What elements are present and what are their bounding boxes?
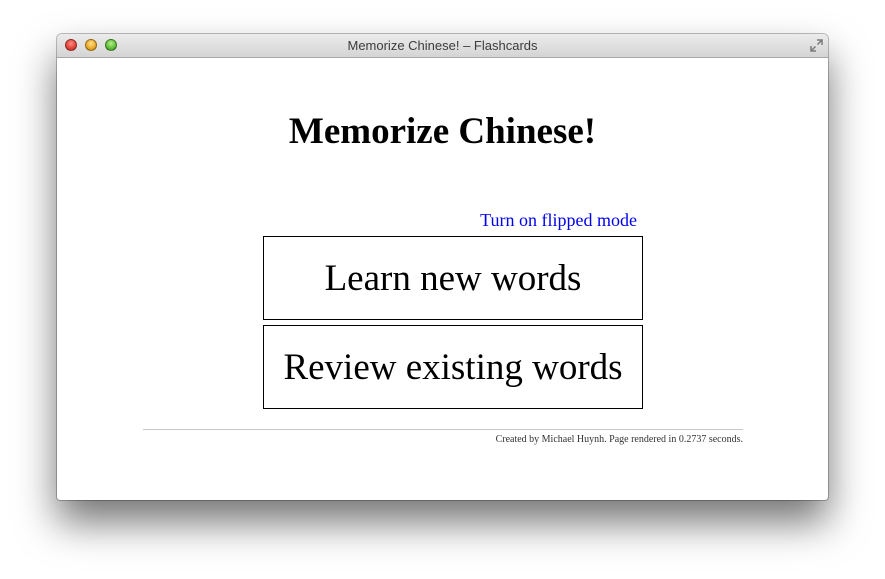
page-title: Memorize Chinese! — [288, 111, 597, 152]
learn-new-words-button[interactable]: Learn new words — [263, 236, 643, 320]
review-existing-words-button[interactable]: Review existing words — [263, 325, 643, 409]
title-bar[interactable]: Memorize Chinese! – Flashcards — [57, 34, 828, 58]
footer-text: Created by Michael Huynh. Page rendered … — [495, 434, 743, 445]
window-title: Memorize Chinese! – Flashcards — [347, 38, 538, 53]
flipped-mode-link[interactable]: Turn on flipped mode — [263, 210, 637, 231]
browser-window: Memorize Chinese! – Flashcards Memorize … — [57, 34, 828, 500]
desktop: Memorize Chinese! – Flashcards Memorize … — [0, 0, 885, 579]
page-content: Memorize Chinese! Turn on flipped mode L… — [57, 58, 828, 500]
fullscreen-icon[interactable] — [810, 39, 823, 52]
footer-divider — [143, 429, 743, 430]
